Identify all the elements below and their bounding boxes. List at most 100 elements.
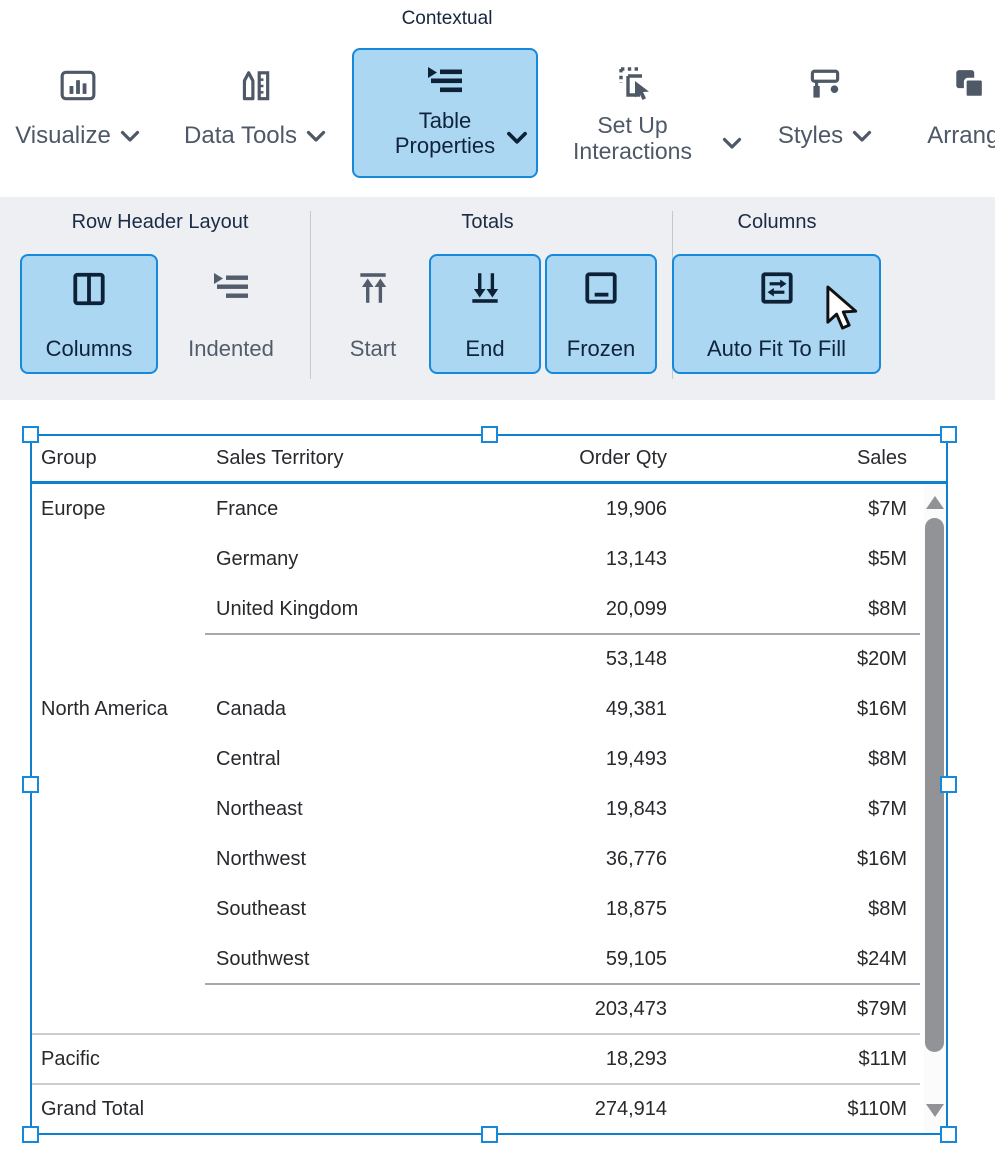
selection-handle-top-center[interactable] <box>481 426 498 443</box>
app-window: Contextual Visualize Data Tools <box>0 0 995 1176</box>
selection-handle-bottom-center[interactable] <box>481 1126 498 1143</box>
ribbon-item-label: Table Properties <box>370 108 520 158</box>
chevron-down-icon <box>852 130 872 143</box>
cell-order-qty: 13,143 <box>439 548 667 571</box>
cell-sales: $110M <box>667 1098 907 1121</box>
totals-start-button[interactable]: Start <box>325 254 421 374</box>
column-header-order-qty[interactable]: Order Qty <box>439 447 667 470</box>
ribbon-item-visualize[interactable]: Visualize <box>0 66 165 150</box>
cell-group: Pacific <box>32 1048 207 1071</box>
cell-territory: Central <box>207 748 439 771</box>
button-label: Frozen <box>567 336 635 362</box>
chevron-down-icon <box>120 130 140 143</box>
data-tools-icon <box>236 66 274 106</box>
cell-territory: Southeast <box>207 898 439 921</box>
totals-end-icon <box>466 270 504 311</box>
totals-frozen-button[interactable]: Frozen <box>545 254 657 374</box>
column-header-sales-territory[interactable]: Sales Territory <box>207 447 439 470</box>
table-row[interactable]: North AmericaCanada49,381$16M <box>32 684 907 734</box>
table-row[interactable]: Germany13,143$5M <box>32 534 907 584</box>
cell-sales: $8M <box>667 748 907 771</box>
row-header-layout-indented-button[interactable]: Indented <box>168 254 294 374</box>
cell-order-qty: 20,099 <box>439 598 667 621</box>
cell-sales: $16M <box>667 698 907 721</box>
column-header-group[interactable]: Group <box>32 447 207 470</box>
contextual-label: Contextual <box>352 8 542 30</box>
ribbon-item-table-properties[interactable]: Table Properties <box>352 48 538 178</box>
table-row[interactable]: Pacific 18,293$11M <box>32 1034 907 1084</box>
chevron-down-icon <box>506 131 528 145</box>
selection-handle-top-left[interactable] <box>22 426 39 443</box>
cell-order-qty: 18,875 <box>439 898 667 921</box>
column-header-sales[interactable]: Sales <box>667 447 907 470</box>
ribbon-item-styles[interactable]: Styles <box>760 66 890 150</box>
table-row[interactable]: United Kingdom20,099$8M <box>32 584 907 634</box>
table-row[interactable]: Northeast19,843$7M <box>32 784 907 834</box>
selection-handle-middle-right[interactable] <box>940 776 957 793</box>
selection-handle-bottom-right[interactable] <box>940 1126 957 1143</box>
cell-order-qty: 274,914 <box>439 1098 667 1121</box>
table-row[interactable]: 53,148$20M <box>32 634 907 684</box>
button-label: End <box>465 336 504 362</box>
table-row[interactable]: Central19,493$8M <box>32 734 907 784</box>
scrollbar-up-arrow-icon[interactable] <box>926 496 944 509</box>
cell-territory: Germany <box>207 548 439 571</box>
button-label: Start <box>350 336 396 362</box>
cell-territory: France <box>207 498 439 521</box>
paint-roller-icon <box>805 66 845 106</box>
selection-handle-bottom-left[interactable] <box>22 1126 39 1143</box>
cell-group: North America <box>32 698 207 721</box>
cell-sales: $20M <box>667 648 907 671</box>
indent-icon <box>425 64 465 103</box>
ribbon-item-label: Visualize <box>15 122 111 150</box>
chevron-down-icon <box>722 137 742 150</box>
frozen-icon <box>582 270 620 311</box>
columns-layout-icon <box>70 270 108 313</box>
selection-handle-middle-left[interactable] <box>22 776 39 793</box>
table-row[interactable]: 203,473$79M <box>32 984 907 1034</box>
section-label-totals: Totals <box>380 211 595 234</box>
cell-territory: Northwest <box>207 848 439 871</box>
table-row[interactable]: Southwest59,105$24M <box>32 934 907 984</box>
sales-table[interactable]: Group Sales Territory Order Qty Sales Eu… <box>32 436 946 1133</box>
ribbon-item-label: Set Up Interactions <box>545 112 720 164</box>
vertical-scrollbar[interactable] <box>924 484 946 1133</box>
cell-order-qty: 19,843 <box>439 798 667 821</box>
row-header-layout-columns-button[interactable]: Columns <box>20 254 158 374</box>
cell-sales: $7M <box>667 798 907 821</box>
ribbon-item-arrange[interactable]: Arrange <box>905 66 995 150</box>
overlap-squares-icon <box>951 66 989 106</box>
cell-order-qty: 203,473 <box>439 998 667 1021</box>
ribbon-item-set-up-interactions[interactable]: Set Up Interactions <box>545 64 720 164</box>
table-row[interactable]: Grand Total274,914$110M <box>32 1084 907 1133</box>
mouse-cursor-icon <box>822 284 866 339</box>
table-header-row: Group Sales Territory Order Qty Sales <box>32 436 946 484</box>
table-row[interactable]: Northwest36,776$16M <box>32 834 907 884</box>
cell-order-qty: 59,105 <box>439 948 667 971</box>
scrollbar-down-arrow-icon[interactable] <box>926 1104 944 1117</box>
ribbon-item-label: Arrange <box>927 122 995 150</box>
section-divider <box>310 211 311 379</box>
table-row[interactable]: EuropeFrance19,906$7M <box>32 484 907 534</box>
ribbon-item-data-tools[interactable]: Data Tools <box>165 66 345 150</box>
cell-sales: $24M <box>667 948 907 971</box>
chevron-down-icon <box>306 130 326 143</box>
cell-sales: $79M <box>667 998 907 1021</box>
bar-chart-icon <box>59 66 97 106</box>
cell-territory: Southwest <box>207 948 439 971</box>
selection-handle-top-right[interactable] <box>940 426 957 443</box>
button-label: Columns <box>46 336 133 362</box>
cell-sales: $11M <box>667 1048 907 1071</box>
ribbon: Visualize Data Tools Table Properties <box>0 38 995 190</box>
cell-sales: $8M <box>667 898 907 921</box>
ribbon-item-label: Styles <box>778 122 843 150</box>
cell-territory: Northeast <box>207 798 439 821</box>
cell-order-qty: 18,293 <box>439 1048 667 1071</box>
section-label-row-header-layout: Row Header Layout <box>30 211 290 234</box>
totals-end-button[interactable]: End <box>429 254 541 374</box>
cell-sales: $8M <box>667 598 907 621</box>
cell-order-qty: 49,381 <box>439 698 667 721</box>
ribbon-item-label: Data Tools <box>184 122 297 150</box>
cell-order-qty: 19,493 <box>439 748 667 771</box>
table-row[interactable]: Southeast18,875$8M <box>32 884 907 934</box>
